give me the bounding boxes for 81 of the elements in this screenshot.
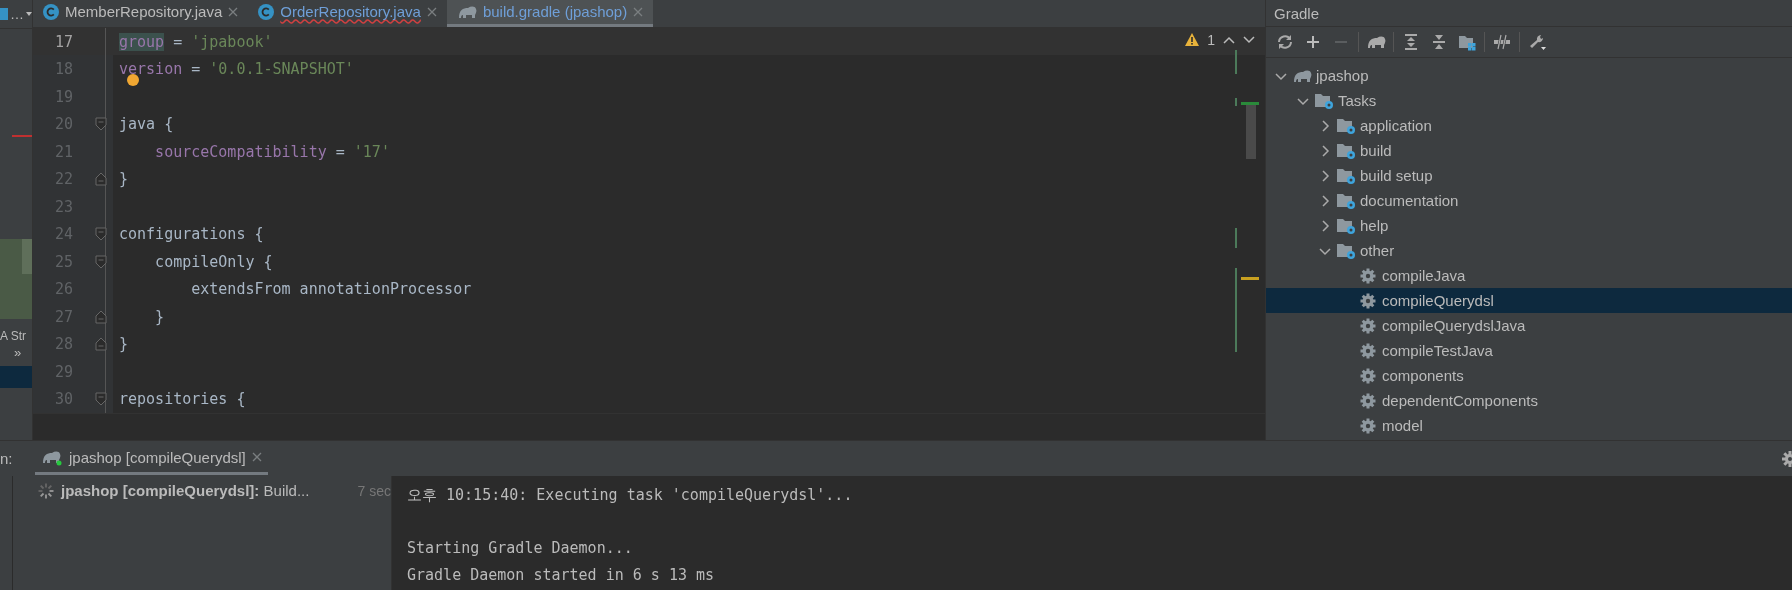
close-icon (633, 7, 644, 17)
tree-item[interactable]: compileQuerydslJava (1266, 313, 1792, 338)
editor-tab[interactable]: build.gradle (jpashop) (446, 0, 654, 27)
folder-gear-icon (1314, 91, 1334, 110)
warning-icon (1185, 33, 1200, 47)
tree-item[interactable]: help (1266, 213, 1792, 238)
gear-icon (1358, 416, 1378, 435)
tree-item[interactable]: build (1266, 138, 1792, 163)
tool-window-tab[interactable]: A Str (0, 329, 32, 343)
elapsed-time: 7 sec (357, 482, 391, 499)
folder-gear-icon (1336, 116, 1356, 135)
code-line: extendsFrom annotationProcessor (190, 280, 472, 299)
selected-row (0, 366, 32, 388)
spinner-icon (37, 482, 55, 500)
fold-marker-icon (95, 254, 107, 269)
tree-item[interactable]: application (1266, 113, 1792, 138)
change-marker (1235, 228, 1237, 248)
tree-item[interactable]: compileJava (1266, 263, 1792, 288)
code-line: java { (118, 115, 174, 134)
change-marker (1235, 98, 1237, 106)
more-button[interactable]: » (14, 345, 32, 360)
tree-item[interactable]: other (1266, 238, 1792, 263)
panel-title: Gradle (1274, 4, 1320, 22)
fold-marker-icon (95, 172, 107, 187)
console-line: Starting Gradle Daemon... (407, 538, 634, 559)
change-marker (1235, 50, 1237, 74)
close-icon (251, 452, 262, 462)
run-tab[interactable]: jpashop [compileQuerydsl] (35, 442, 268, 475)
code-line: sourceCompatibility = '17' (154, 142, 390, 161)
scroll-marker (1241, 277, 1259, 280)
fold-marker-icon (95, 309, 107, 324)
tree-item[interactable]: compileQuerydsl (1266, 288, 1792, 313)
scroll-marker (1241, 102, 1259, 105)
panel-label: n: (0, 450, 14, 467)
menu-label[interactable]: … (10, 6, 24, 22)
console-line: Gradle Daemon started in 6 s 13 ms (407, 564, 716, 586)
folder-gear-icon (1336, 166, 1356, 185)
close-icon (228, 7, 239, 17)
gear-icon (1358, 341, 1378, 360)
tree-item[interactable]: build setup (1266, 163, 1792, 188)
code-line: compileOnly { (154, 252, 273, 271)
folder-gear-icon (1336, 216, 1356, 235)
fold-marker-icon (95, 117, 107, 132)
build-status[interactable]: jpashop [compileQuerydsl]: Build... (61, 482, 310, 499)
gear-icon (1358, 266, 1378, 285)
code-line: } (118, 335, 129, 354)
tree-item[interactable]: dependentComponents (1266, 388, 1792, 413)
window-icon (0, 7, 8, 21)
close-icon (426, 7, 437, 17)
code-line: version = '0.0.1-SNAPSHOT' (118, 60, 354, 79)
console-line: 오후 10:15:40: Executing task 'compileQuerydsl'... (407, 485, 854, 506)
code-line: } (154, 307, 165, 326)
tree-item[interactable]: Tasks (1266, 88, 1792, 113)
dropdown-icon (26, 12, 32, 16)
gear-icon (1358, 316, 1378, 335)
scrollbar-thumb (1246, 105, 1256, 159)
tree-item[interactable]: components (1266, 363, 1792, 388)
gear-icon (1358, 366, 1378, 385)
fold-marker-icon (95, 392, 107, 407)
tree-item[interactable]: jpashop (1266, 63, 1792, 88)
tree-item[interactable]: model (1266, 413, 1792, 438)
code-line: group = 'jpabook' (118, 32, 273, 51)
code-line: repositories { (118, 390, 246, 409)
warning-count[interactable]: 1 (1207, 32, 1215, 48)
bulb-icon (127, 74, 139, 86)
class-icon (258, 4, 275, 20)
tree-item[interactable]: documentation (1266, 188, 1792, 213)
line-number: 17 (53, 32, 73, 51)
tree-item[interactable]: compileTestJava (1266, 338, 1792, 363)
code-line: configurations { (118, 225, 264, 244)
gear-icon (1358, 391, 1378, 410)
code-line: } (118, 170, 129, 189)
folder-gear-icon (1336, 241, 1356, 260)
folder-gear-icon (1336, 141, 1356, 160)
fold-marker-icon (95, 337, 107, 352)
editor-tab[interactable]: MemberRepository.java (33, 0, 249, 27)
folder-gear-icon (1336, 191, 1356, 210)
gear-icon (1358, 291, 1378, 310)
class-icon (43, 4, 59, 20)
fold-marker-icon (95, 227, 107, 242)
editor-tab[interactable]: OrderRepository.java (248, 0, 447, 27)
